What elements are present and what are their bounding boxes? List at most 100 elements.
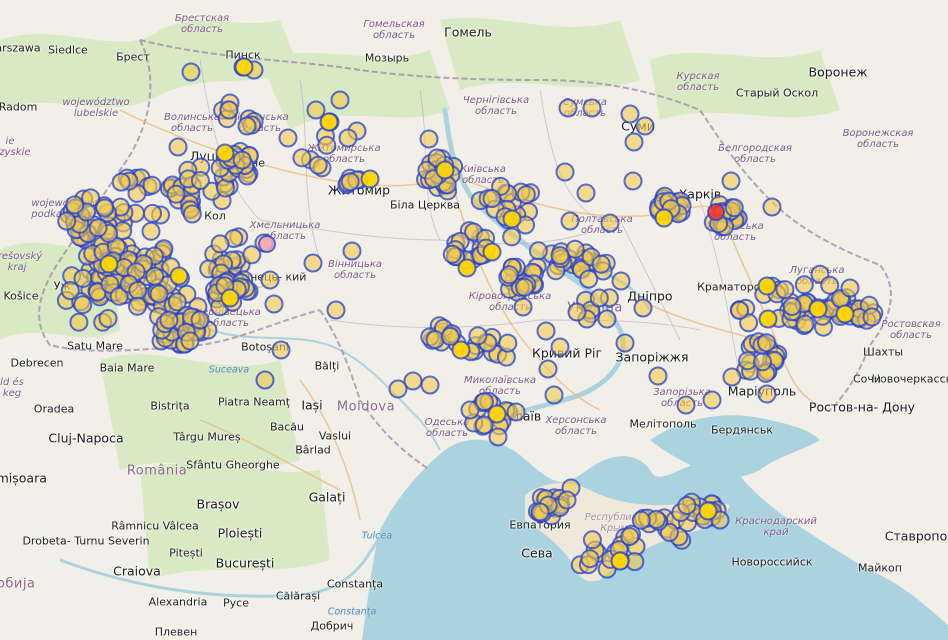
marker-highlight-666[interactable]: [169, 266, 189, 286]
marker-vinnytsia-570[interactable]: [308, 155, 328, 175]
marker-lviv-271[interactable]: [95, 198, 115, 218]
marker-donbas-397[interactable]: [782, 297, 802, 316]
marker-donbas-389[interactable]: [775, 280, 795, 300]
marker-single-647[interactable]: [611, 271, 631, 291]
marker-single-657[interactable]: [506, 402, 526, 422]
marker-single-607[interactable]: [278, 128, 298, 148]
marker-single-646[interactable]: [757, 384, 777, 404]
marker-single-621[interactable]: [762, 197, 782, 217]
marker-single-622[interactable]: [721, 171, 741, 191]
marker-kyiv-286[interactable]: [516, 185, 536, 205]
marker-single-614[interactable]: [620, 104, 640, 124]
marker-single-616[interactable]: [624, 132, 644, 152]
marker-volyn-west-90[interactable]: [73, 295, 93, 315]
marker-highlight-663[interactable]: [482, 242, 502, 262]
marker-pink[interactable]: [258, 235, 276, 253]
marker-kyiv-325[interactable]: [550, 246, 570, 266]
marker-highlight-661[interactable]: [360, 169, 380, 189]
marker-lviv-270[interactable]: [65, 195, 85, 215]
marker-single-608[interactable]: [237, 116, 257, 136]
marker-vinnytsia-571[interactable]: [292, 148, 312, 168]
marker-single-645[interactable]: [722, 367, 742, 387]
marker-kyiv-359[interactable]: [515, 277, 534, 297]
marker-odesa-553[interactable]: [468, 326, 488, 346]
marker-single-617[interactable]: [623, 171, 643, 191]
marker-single-655[interactable]: [460, 400, 480, 420]
marker-volyn-west-16[interactable]: [142, 175, 162, 195]
marker-donbas-467[interactable]: [724, 198, 744, 218]
marker-volyn-west-82[interactable]: [98, 309, 118, 328]
marker-kyiv-315[interactable]: [528, 241, 548, 261]
marker-single-637[interactable]: [567, 302, 587, 322]
marker-vinnytsia-589[interactable]: [579, 269, 599, 289]
marker-single-619[interactable]: [560, 211, 580, 231]
marker-highlight-658[interactable]: [234, 57, 254, 77]
marker-single-600[interactable]: [219, 100, 239, 120]
marker-single-642[interactable]: [648, 366, 668, 386]
marker-single-596[interactable]: [181, 62, 201, 82]
marker-single-648[interactable]: [633, 298, 653, 318]
marker-single-609[interactable]: [419, 129, 439, 149]
marker-crimea-481[interactable]: [582, 530, 602, 550]
marker-single-602[interactable]: [330, 90, 350, 110]
marker-volyn-west-131[interactable]: [210, 234, 230, 254]
marker-kyiv-361[interactable]: [499, 265, 519, 285]
marker-kyiv-277[interactable]: [502, 227, 522, 247]
marker-highlight-664[interactable]: [457, 258, 477, 278]
marker-single-656[interactable]: [488, 427, 508, 447]
marker-volyn-west-13[interactable]: [111, 172, 131, 192]
marker-vinnytsia-583[interactable]: [340, 172, 360, 192]
marker-vinnytsia-588[interactable]: [591, 254, 611, 274]
marker-single-623[interactable]: [342, 241, 362, 261]
marker-single-605[interactable]: [338, 128, 358, 148]
marker-crimea-484[interactable]: [580, 549, 600, 569]
marker-highlight-669[interactable]: [808, 299, 828, 319]
marker-volyn-west-37[interactable]: [190, 171, 210, 190]
marker-single-630[interactable]: [255, 370, 275, 390]
marker-volyn-west-79[interactable]: [69, 312, 89, 332]
marker-donbas-431[interactable]: [753, 352, 772, 372]
marker-single-641[interactable]: [544, 385, 564, 405]
marker-highlight-668[interactable]: [757, 276, 777, 296]
marker-layer[interactable]: [0, 0, 948, 640]
marker-single-606[interactable]: [168, 137, 188, 157]
marker-odesa-551[interactable]: [498, 333, 518, 353]
marker-single-644[interactable]: [702, 390, 722, 410]
marker-donbas-433[interactable]: [757, 333, 776, 353]
marker-volyn-west-56[interactable]: [232, 150, 252, 170]
marker-highlight-665[interactable]: [99, 254, 119, 274]
marker-volyn-west-92[interactable]: [60, 281, 80, 301]
marker-donbas-392[interactable]: [795, 314, 815, 334]
marker-single-613[interactable]: [582, 98, 602, 118]
marker-single-629[interactable]: [271, 340, 291, 360]
marker-highlight-675[interactable]: [487, 404, 507, 424]
marker-lviv-204[interactable]: [145, 266, 165, 286]
marker-donbas-396[interactable]: [794, 275, 814, 295]
map-view[interactable]: arszawaSiedlceБрестПинскМозырьГомельСтар…: [0, 0, 948, 640]
marker-highlight-674[interactable]: [654, 208, 674, 228]
marker-single-627[interactable]: [326, 300, 346, 320]
marker-single-640[interactable]: [538, 359, 558, 379]
marker-highlight-660[interactable]: [435, 160, 455, 180]
marker-highlight-677[interactable]: [215, 143, 235, 163]
marker-single-633[interactable]: [420, 375, 440, 395]
marker-highlight-667[interactable]: [220, 288, 240, 308]
marker-lviv-209[interactable]: [149, 284, 169, 304]
marker-single-649[interactable]: [840, 278, 860, 298]
marker-crimea-493[interactable]: [620, 527, 640, 546]
marker-crimea-512[interactable]: [677, 496, 697, 515]
marker-highlight-672[interactable]: [610, 551, 630, 571]
marker-lviv-240[interactable]: [190, 310, 210, 330]
marker-single-643[interactable]: [676, 395, 696, 415]
marker-kyiv-306[interactable]: [442, 244, 462, 264]
marker-kyiv-288[interactable]: [482, 189, 502, 208]
marker-lviv-208[interactable]: [128, 280, 148, 300]
marker-single-615[interactable]: [635, 116, 655, 136]
marker-highlight-659[interactable]: [319, 112, 339, 132]
marker-single-634[interactable]: [536, 321, 556, 341]
marker-single-618[interactable]: [576, 183, 596, 203]
marker-single-620[interactable]: [600, 213, 620, 233]
marker-highlight-662[interactable]: [502, 209, 522, 229]
marker-lviv-268[interactable]: [57, 211, 77, 231]
marker-volyn-west-17[interactable]: [143, 203, 162, 223]
